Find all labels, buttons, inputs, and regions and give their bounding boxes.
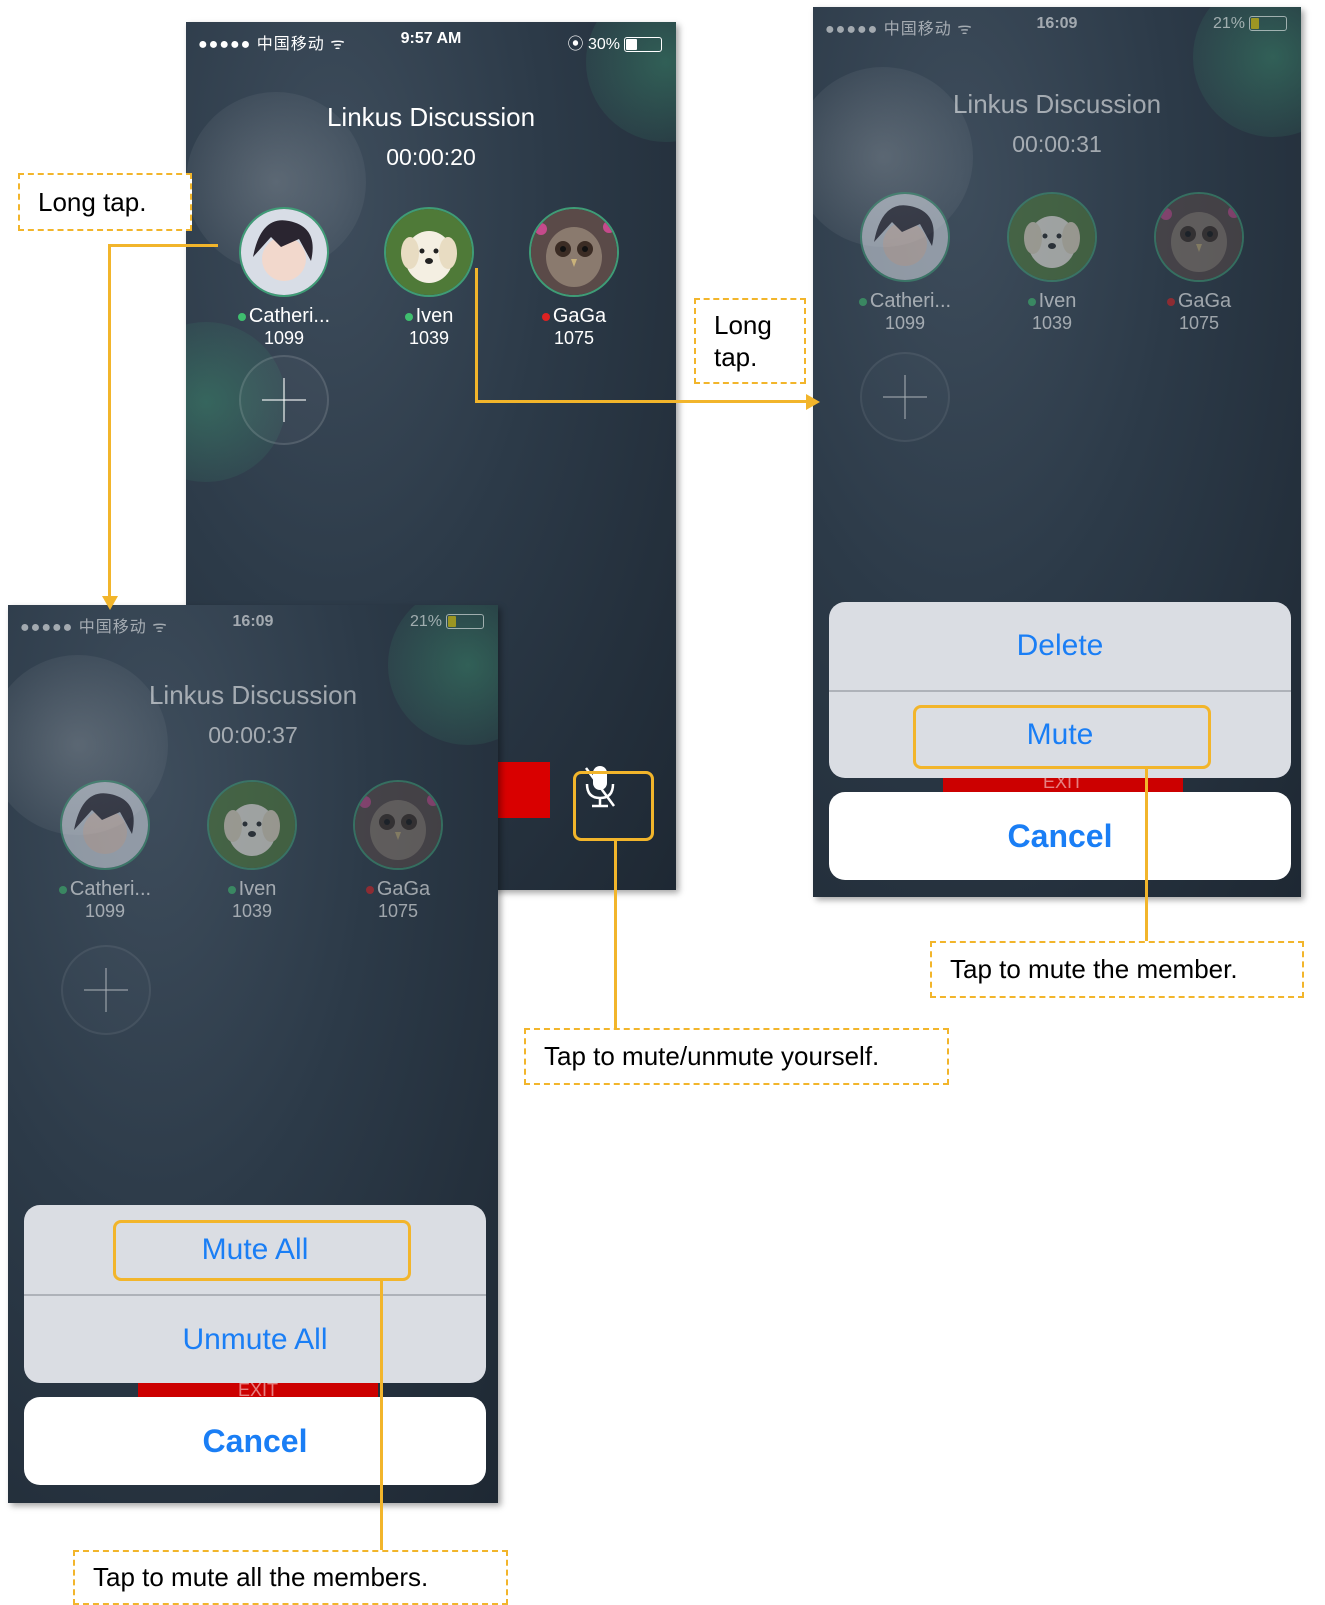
battery-label: ⦿ 30% xyxy=(567,36,620,53)
avatar-catherine-icon xyxy=(62,782,148,868)
member-name: GaGa xyxy=(1177,290,1232,312)
battery-icon xyxy=(446,614,484,630)
member-name: Catheri... xyxy=(69,878,152,900)
status-bar: ●●●●● 中国移动 ᯤ 16:09 21% xyxy=(813,7,1301,41)
cancel-button[interactable]: Cancel xyxy=(24,1397,486,1485)
member-gaga[interactable]: GaGa 1075 xyxy=(343,780,453,922)
member-extension: 1099 xyxy=(263,328,305,348)
highlight-mute-member xyxy=(913,705,1211,769)
avatar xyxy=(384,207,474,297)
annotation-mute-all: Tap to mute all the members. xyxy=(73,1550,508,1605)
connector-line xyxy=(475,400,807,403)
avatar xyxy=(60,780,150,870)
avatar-owl-icon xyxy=(531,209,617,295)
annotation-long-tap-right: Long tap. xyxy=(694,298,806,384)
avatar xyxy=(860,192,950,282)
member-name: Iven xyxy=(238,878,277,900)
annotation-mute-member: Tap to mute the member. xyxy=(930,941,1304,998)
member-iven[interactable]: Iven 1039 xyxy=(197,780,307,922)
add-member-button[interactable] xyxy=(61,945,151,1035)
battery-indicator: ⦿ 30% xyxy=(568,30,662,54)
member-extension: 1099 xyxy=(884,313,926,333)
member-gaga[interactable]: GaGa 1075 xyxy=(1144,192,1254,334)
member-extension: 1075 xyxy=(553,328,595,348)
exit-button-partial[interactable] xyxy=(498,762,550,818)
add-member-button[interactable] xyxy=(239,355,329,445)
battery-icon xyxy=(624,37,662,53)
highlight-mute-all xyxy=(113,1220,411,1281)
avatar xyxy=(1154,192,1244,282)
battery-label: 21% xyxy=(409,613,442,630)
connector-line xyxy=(614,841,617,1028)
avatar-catherine-icon xyxy=(862,194,948,280)
member-extension: 1039 xyxy=(408,328,450,348)
member-extension: 1075 xyxy=(377,901,419,921)
conference-timer: 00:00:31 xyxy=(1012,131,1102,157)
conference-title: Linkus Discussion xyxy=(952,89,1162,119)
member-name: GaGa xyxy=(376,878,431,900)
arrow-right-icon xyxy=(806,394,820,410)
conference-timer: 00:00:20 xyxy=(386,144,476,170)
conference-title: Linkus Discussion xyxy=(326,102,536,132)
connector-line xyxy=(108,244,111,596)
annotation-long-tap-left: Long tap. xyxy=(18,173,192,231)
avatar-dog-icon xyxy=(1009,194,1095,280)
cancel-button[interactable]: Cancel xyxy=(829,792,1291,880)
conference-title: Linkus Discussion xyxy=(148,680,358,710)
member-name: Iven xyxy=(415,305,454,327)
member-name: Catheri... xyxy=(869,290,952,312)
unmute-all-button[interactable]: Unmute All xyxy=(24,1294,486,1383)
member-iven[interactable]: Iven 1039 xyxy=(997,192,1107,334)
member-extension: 1075 xyxy=(1178,313,1220,333)
connector-line xyxy=(108,244,218,247)
battery-indicator: 21% xyxy=(1213,15,1287,33)
member-name: GaGa xyxy=(552,305,607,327)
avatar xyxy=(207,780,297,870)
member-catherine[interactable]: Catheri... 1099 xyxy=(50,780,160,922)
avatar-owl-icon xyxy=(355,782,441,868)
add-member-button[interactable] xyxy=(860,352,950,442)
conference-screen-mute-all: ●●●●● 中国移动 ᯤ 16:09 21% Linkus Discussion… xyxy=(8,605,498,1503)
annotation-mute-self: Tap to mute/unmute yourself. xyxy=(524,1028,949,1085)
connector-line xyxy=(380,1281,383,1550)
avatar-dog-icon xyxy=(386,209,472,295)
avatar-owl-icon xyxy=(1156,194,1242,280)
battery-indicator: 21% xyxy=(410,613,484,631)
connector-line xyxy=(475,268,478,403)
battery-icon xyxy=(1249,16,1287,32)
highlight-mute-self xyxy=(573,771,654,841)
member-gaga[interactable]: GaGa 1075 xyxy=(519,207,629,349)
member-catherine[interactable]: Catheri... 1099 xyxy=(850,192,960,334)
member-name: Iven xyxy=(1038,290,1077,312)
battery-label: 21% xyxy=(1212,15,1245,32)
avatar xyxy=(1007,192,1097,282)
delete-member-button[interactable]: Delete xyxy=(829,602,1291,690)
member-extension: 1039 xyxy=(1031,313,1073,333)
member-catherine[interactable]: Catheri... 1099 xyxy=(229,207,339,349)
avatar xyxy=(353,780,443,870)
member-extension: 1039 xyxy=(231,901,273,921)
arrow-down-icon xyxy=(102,596,118,610)
avatar-dog-icon xyxy=(209,782,295,868)
conference-timer: 00:00:37 xyxy=(208,722,298,748)
avatar xyxy=(529,207,619,297)
avatar-catherine-icon xyxy=(241,209,327,295)
status-bar: ●●●●● 中国移动 ᯤ 9:57 AM ⦿ 30% xyxy=(186,22,676,56)
member-iven[interactable]: Iven 1039 xyxy=(374,207,484,349)
avatar xyxy=(239,207,329,297)
member-extension: 1099 xyxy=(84,901,126,921)
connector-line xyxy=(1145,769,1148,941)
status-bar: ●●●●● 中国移动 ᯤ 16:09 21% xyxy=(8,605,498,639)
member-name: Catheri... xyxy=(248,305,331,327)
